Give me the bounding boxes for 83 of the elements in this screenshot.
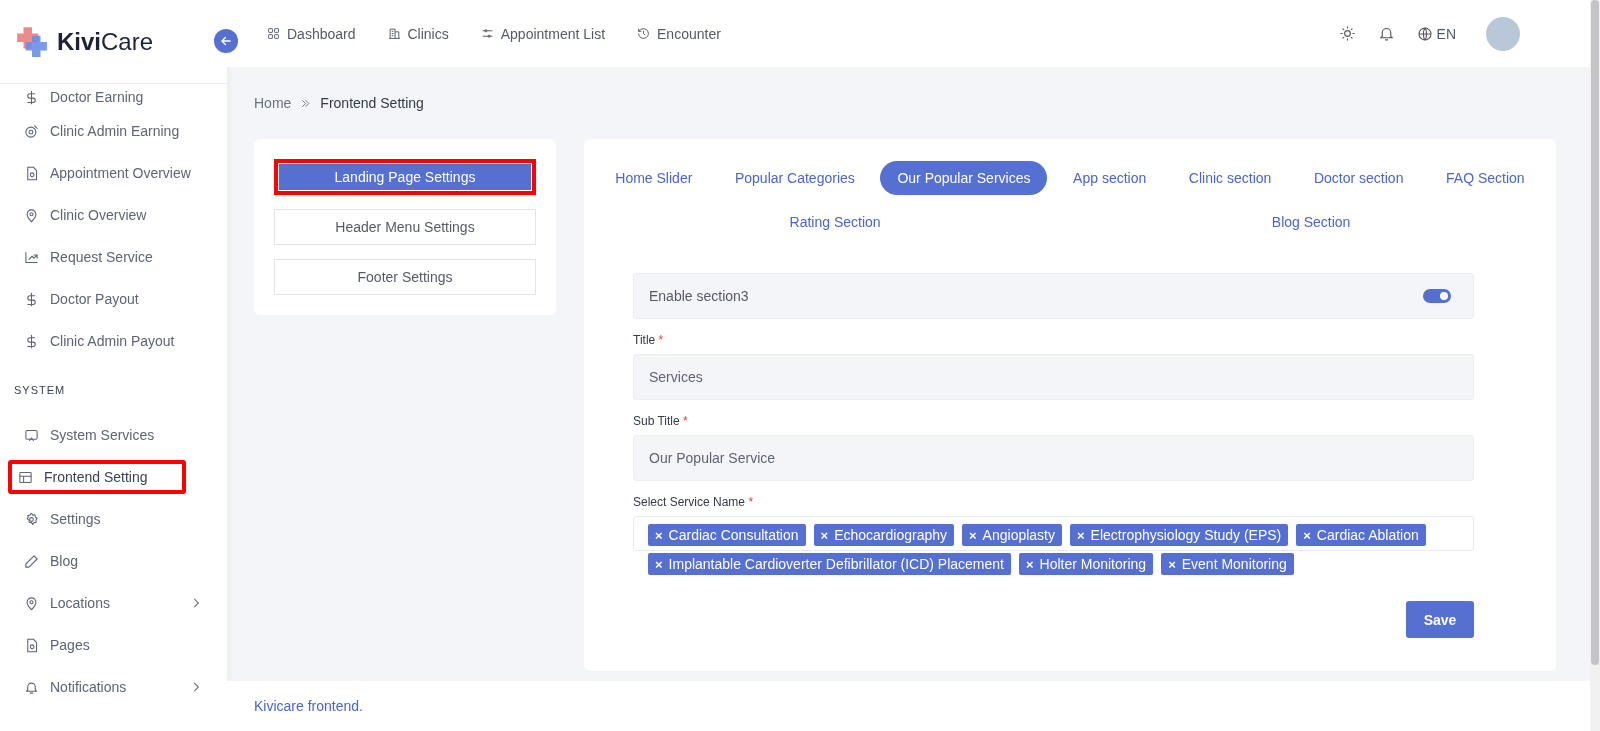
service-tag[interactable]: × Event Monitoring bbox=[1161, 553, 1294, 575]
target-icon bbox=[24, 123, 39, 139]
nav-link[interactable]: Appointment List bbox=[480, 25, 606, 42]
monitor-icon bbox=[24, 427, 39, 443]
brand-name: KiviCare bbox=[57, 27, 154, 56]
dollar-icon bbox=[24, 333, 39, 349]
settings-menu-button[interactable]: Header Menu Settings bbox=[274, 209, 536, 245]
subtitle-field[interactable]: Our Popular Service bbox=[633, 435, 1474, 481]
remove-tag-icon[interactable]: × bbox=[1168, 556, 1176, 572]
location-pin-icon bbox=[24, 207, 39, 223]
section-tab[interactable]: Doctor section bbox=[1296, 161, 1421, 195]
section-tab[interactable]: Home Slider bbox=[598, 161, 710, 195]
document-icon bbox=[24, 637, 39, 653]
section-tab[interactable]: FAQ Section bbox=[1429, 161, 1542, 195]
sidebar-item[interactable]: Request Service bbox=[6, 236, 221, 278]
footer-text: Kivicare frontend. bbox=[254, 698, 363, 714]
nav-link[interactable]: Dashboard bbox=[267, 25, 356, 42]
remove-tag-icon[interactable]: × bbox=[1303, 527, 1311, 543]
service-tag[interactable]: × Electrophysiology Study (EPS) bbox=[1070, 524, 1289, 546]
service-tag[interactable]: × Angioplasty bbox=[962, 524, 1062, 546]
sidebar-item[interactable]: Pages bbox=[6, 624, 221, 666]
sidebar-item[interactable]: Doctor Payout bbox=[6, 278, 221, 320]
sidebar-heading: SYSTEM bbox=[13, 383, 67, 398]
sidebar-item[interactable]: Frontend Setting bbox=[8, 460, 186, 494]
service-tag[interactable]: × Cardiac Consultation bbox=[648, 524, 806, 546]
section-tab[interactable]: Blog Section bbox=[1254, 205, 1368, 239]
remove-tag-icon[interactable]: × bbox=[655, 527, 663, 543]
service-tag[interactable]: × Implantable Cardioverter Defibrillator (ICD) Placement bbox=[648, 553, 1011, 575]
service-tag[interactable]: × Cardiac Ablation bbox=[1296, 524, 1426, 546]
sliders-icon bbox=[480, 27, 494, 40]
layout-icon bbox=[18, 469, 33, 485]
remove-tag-icon[interactable]: × bbox=[1025, 556, 1034, 572]
settings-menu-button[interactable]: Landing Page Settings bbox=[274, 159, 536, 195]
nav-link[interactable]: Encounter bbox=[637, 25, 721, 42]
settings-menu-button[interactable]: Footer Settings bbox=[274, 259, 536, 295]
title-field[interactable]: Services bbox=[633, 354, 1474, 400]
sidebar-item[interactable]: Settings bbox=[6, 498, 221, 540]
toggle-switch[interactable] bbox=[1423, 289, 1451, 303]
section-tab[interactable]: Popular Categories bbox=[717, 161, 872, 195]
sidebar-item[interactable]: Clinic Overview bbox=[6, 194, 221, 236]
dollar-icon bbox=[24, 89, 39, 105]
breadcrumb-link[interactable]: Home bbox=[254, 95, 292, 111]
section-tab[interactable]: Clinic section bbox=[1171, 161, 1289, 195]
arrow-left-icon bbox=[219, 34, 233, 48]
remove-tag-icon[interactable]: × bbox=[820, 527, 829, 543]
grid-icon bbox=[267, 27, 280, 40]
toggle-label: Enable section3 bbox=[649, 288, 749, 304]
logo-icon bbox=[15, 24, 49, 59]
language-button[interactable]: EN bbox=[1416, 25, 1456, 42]
field-label: Title * bbox=[633, 333, 665, 347]
section-tab[interactable]: App section bbox=[1056, 161, 1164, 195]
document-icon bbox=[24, 165, 39, 181]
bell-icon[interactable] bbox=[1377, 25, 1395, 42]
nav-link[interactable]: Clinics bbox=[387, 25, 449, 42]
sidebar-item[interactable]: Blog bbox=[6, 540, 221, 582]
section-tab[interactable]: Our Popular Services bbox=[880, 161, 1048, 195]
remove-tag-icon[interactable]: × bbox=[655, 556, 663, 572]
sidebar-item[interactable]: Locations bbox=[6, 582, 221, 624]
globe-icon bbox=[1416, 25, 1433, 42]
remove-tag-icon[interactable]: × bbox=[1077, 527, 1085, 543]
sidebar-item[interactable]: System Services bbox=[6, 414, 221, 456]
remove-tag-icon[interactable]: × bbox=[969, 527, 977, 543]
section-tab[interactable]: Rating Section bbox=[772, 205, 898, 239]
dollar-icon bbox=[24, 291, 39, 307]
service-tag[interactable]: × Holter Monitoring bbox=[1018, 553, 1154, 575]
sidebar-item[interactable]: Clinic Admin Payout bbox=[6, 320, 221, 362]
chart-arrow-icon bbox=[24, 249, 39, 265]
field-label: Select Service Name * bbox=[633, 495, 755, 509]
sun-icon[interactable] bbox=[1338, 25, 1356, 42]
pencil-icon bbox=[24, 553, 39, 569]
bell-icon bbox=[24, 679, 39, 695]
sidebar-item[interactable]: Doctor Earning bbox=[6, 84, 221, 110]
sidebar-item[interactable]: Notifications bbox=[6, 666, 221, 708]
history-icon bbox=[637, 27, 651, 40]
settings-icon bbox=[24, 511, 39, 527]
location-pin-icon bbox=[24, 595, 39, 611]
sidebar-item[interactable]: Appointment Overview bbox=[6, 152, 221, 194]
building-icon bbox=[387, 27, 401, 40]
field-label: Sub Title * bbox=[633, 414, 689, 428]
save-button[interactable]: Save bbox=[1406, 601, 1474, 638]
breadcrumb-current: Frontend Setting bbox=[320, 95, 424, 111]
service-tag[interactable]: × Echocardiography bbox=[813, 524, 954, 546]
sidebar-item[interactable]: Clinic Admin Earning bbox=[6, 110, 221, 152]
